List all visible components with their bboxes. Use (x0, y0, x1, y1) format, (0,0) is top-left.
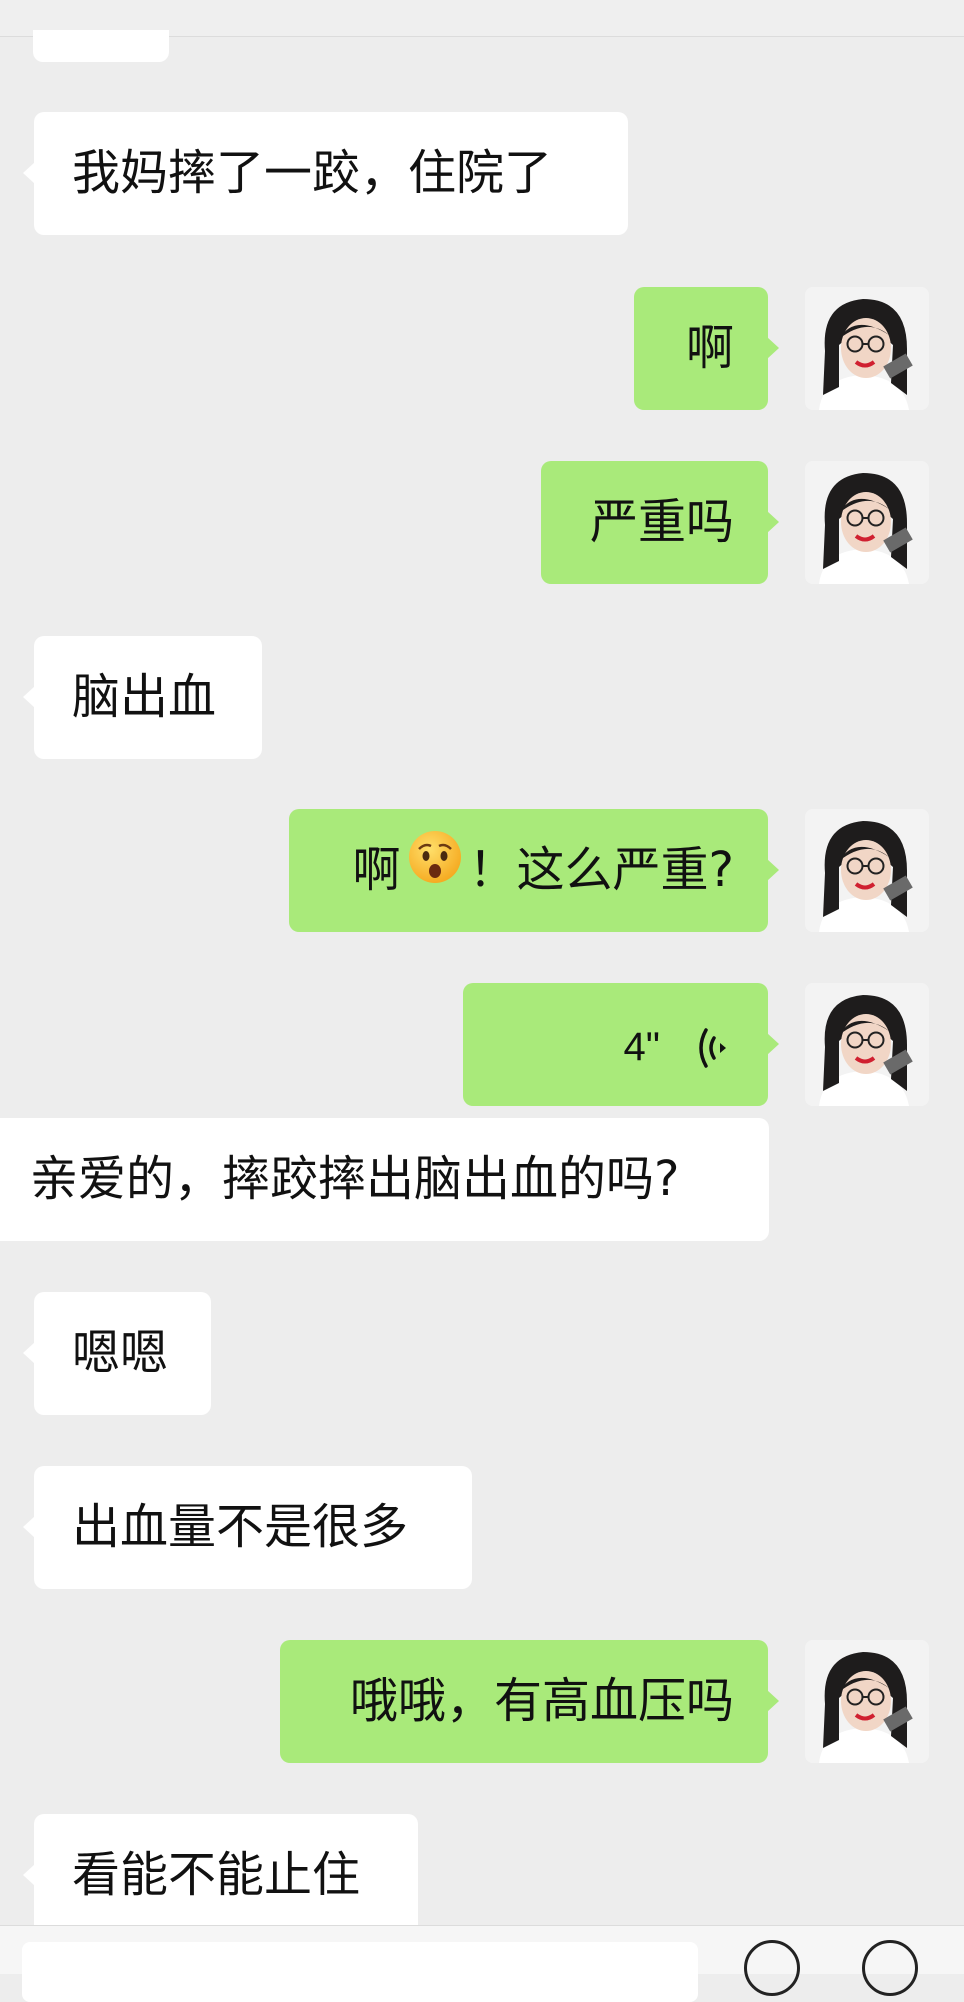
more-button-icon[interactable] (862, 1940, 918, 1996)
emoji-button-icon[interactable] (744, 1940, 800, 1996)
anguished-face-emoji-icon (407, 808, 463, 931)
avatar[interactable] (805, 287, 929, 410)
user-avatar-icon (805, 809, 929, 932)
message-text: 出血量不是很多 (72, 1499, 409, 1555)
message-text: 我妈摔了一跤，住院了 (72, 145, 553, 201)
message-text: 亲爱的，摔跤摔出脑出血的吗? (30, 1151, 680, 1207)
message-text: 啊 (685, 320, 734, 376)
user-avatar-icon (805, 287, 929, 410)
chat-input-bar (0, 1925, 964, 2002)
avatar[interactable] (805, 809, 929, 932)
voice-duration: 4" (623, 1025, 660, 1069)
avatar[interactable] (805, 1640, 929, 1763)
voice-wave-icon (699, 1027, 726, 1068)
message-text: 啊 (352, 842, 401, 898)
message-bubble-sent[interactable]: 啊 ！这么严重? (289, 808, 779, 932)
user-avatar-icon (805, 461, 929, 584)
message-text: ！这么严重? (468, 842, 734, 898)
user-avatar-icon (805, 983, 929, 1106)
message-bubble-received[interactable]: 脑出血 (23, 636, 262, 759)
avatar[interactable] (805, 983, 929, 1106)
user-avatar-icon (805, 1640, 929, 1763)
message-bubble-received[interactable]: 嗯嗯 (23, 1292, 211, 1415)
message-text: 嗯嗯 (72, 1325, 169, 1381)
message-bubble-received[interactable]: 看能不能止住 (23, 1814, 418, 1937)
voice-message-bubble[interactable]: 4" (463, 983, 779, 1106)
message-bubble-sent[interactable]: 严重吗 (541, 461, 779, 584)
previous-message-bubble[interactable] (33, 30, 169, 62)
message-text: 严重吗 (589, 494, 734, 550)
message-bubble-received[interactable]: 出血量不是很多 (23, 1466, 472, 1589)
message-text: 看能不能止住 (72, 1847, 361, 1903)
message-bubble-received[interactable]: 亲爱的，摔跤摔出脑出血的吗? (0, 1118, 769, 1241)
message-bubble-sent[interactable]: 哦哦，有高血压吗 (280, 1640, 779, 1763)
avatar[interactable] (805, 461, 929, 584)
message-input[interactable] (22, 1942, 698, 2002)
message-bubble-received[interactable]: 我妈摔了一跤，住院了 (23, 112, 628, 235)
message-text: 哦哦，有高血压吗 (349, 1673, 734, 1729)
message-bubble-sent[interactable]: 啊 (634, 287, 779, 410)
message-text: 脑出血 (72, 669, 217, 725)
